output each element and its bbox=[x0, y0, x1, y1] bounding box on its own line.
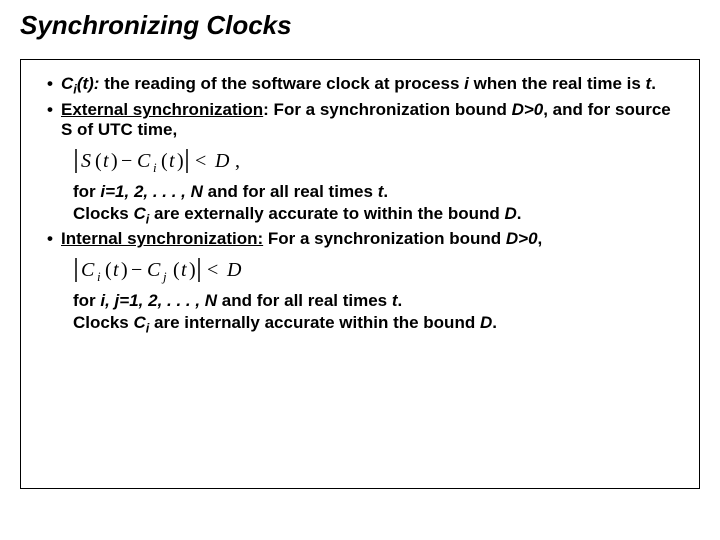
svg-text:): ) bbox=[111, 150, 118, 172]
svg-text:(: ( bbox=[161, 150, 168, 172]
bullet-external-text: External synchronization: For a synchron… bbox=[61, 100, 681, 140]
int-line-for: for i, j=1, 2, . . . , N and for all rea… bbox=[73, 291, 681, 311]
svg-text:): ) bbox=[177, 150, 184, 172]
svg-text:<: < bbox=[207, 259, 218, 281]
int-line-accurate: Clocks Ci are internally accurate within… bbox=[73, 313, 681, 335]
svg-text:<: < bbox=[195, 150, 206, 172]
svg-text:−: − bbox=[121, 150, 132, 172]
svg-text:): ) bbox=[189, 259, 196, 281]
bullet-dot: • bbox=[39, 100, 61, 120]
svg-text:C: C bbox=[137, 150, 151, 172]
formula-external: S ( t ) − C i ( t ) < D , bbox=[73, 146, 681, 176]
svg-text:t: t bbox=[181, 259, 187, 281]
svg-text:i: i bbox=[153, 160, 157, 175]
svg-text:(: ( bbox=[95, 150, 102, 172]
svg-text:t: t bbox=[103, 150, 109, 172]
svg-text:C: C bbox=[81, 259, 95, 281]
ext-line-for: for i=1, 2, . . . , N and for all real t… bbox=[73, 182, 681, 202]
bullet-ci-text: Ci(t): the reading of the software clock… bbox=[61, 74, 681, 96]
bullet-internal-text: Internal synchronization: For a synchron… bbox=[61, 229, 681, 249]
svg-text:,: , bbox=[235, 150, 240, 172]
bullet-dot: • bbox=[39, 74, 61, 94]
svg-text:t: t bbox=[113, 259, 119, 281]
svg-text:i: i bbox=[97, 269, 101, 284]
content-box: • Ci(t): the reading of the software clo… bbox=[20, 59, 700, 489]
svg-text:C: C bbox=[147, 259, 161, 281]
svg-text:D: D bbox=[214, 150, 230, 172]
bullet-dot: • bbox=[39, 229, 61, 249]
svg-text:(: ( bbox=[173, 259, 180, 281]
slide-title: Synchronizing Clocks bbox=[20, 10, 700, 41]
bullet-external: • External synchronization: For a synchr… bbox=[39, 100, 681, 140]
svg-text:D: D bbox=[226, 259, 242, 281]
slide: Synchronizing Clocks • Ci(t): the readin… bbox=[0, 0, 720, 540]
svg-text:): ) bbox=[121, 259, 128, 281]
bullet-ci: • Ci(t): the reading of the software clo… bbox=[39, 74, 681, 96]
svg-text:−: − bbox=[131, 259, 142, 281]
ext-line-accurate: Clocks Ci are externally accurate to wit… bbox=[73, 204, 681, 226]
bullet-internal: • Internal synchronization: For a synchr… bbox=[39, 229, 681, 249]
svg-text:(: ( bbox=[105, 259, 112, 281]
svg-text:j: j bbox=[161, 269, 167, 284]
svg-text:t: t bbox=[169, 150, 175, 172]
svg-text:S: S bbox=[81, 150, 91, 172]
formula-internal: C i ( t ) − C j ( t ) < D bbox=[73, 255, 681, 285]
